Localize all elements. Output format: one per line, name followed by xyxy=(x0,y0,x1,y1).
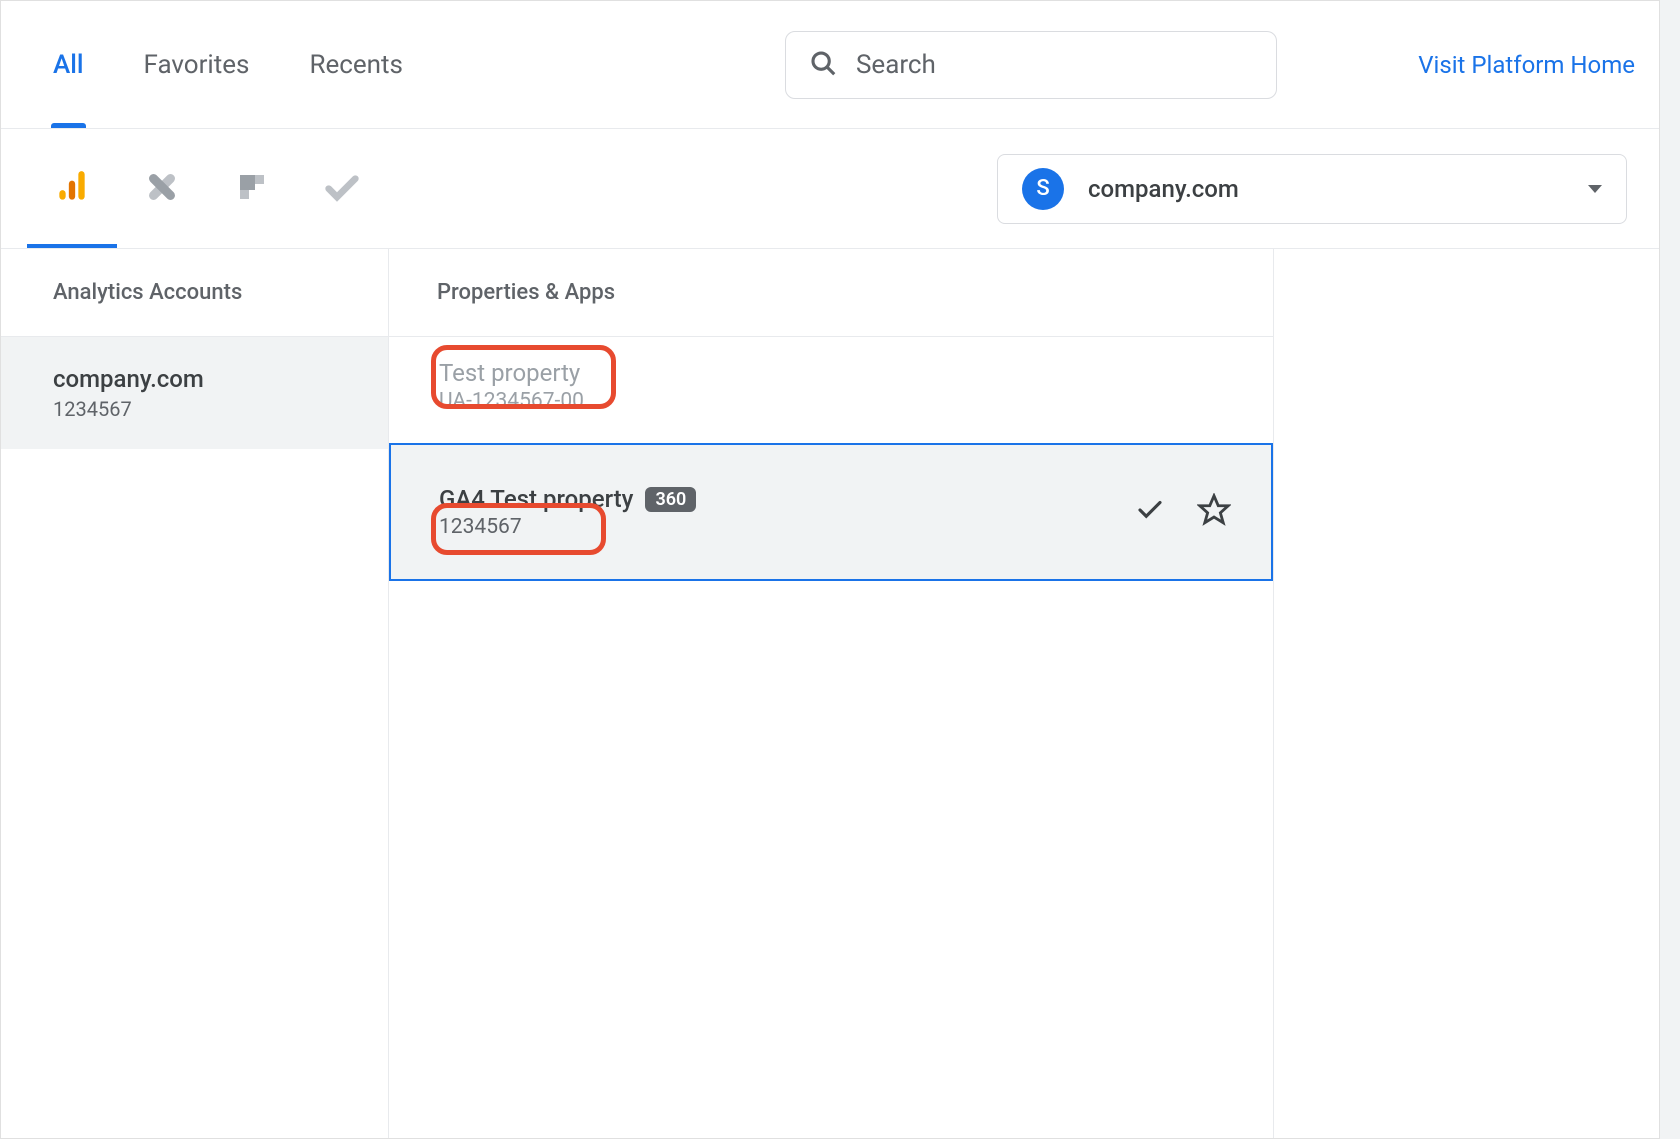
property-item-ga4[interactable]: GA4 Test property 360 1234567 xyxy=(389,443,1273,581)
product-tab-surveys[interactable] xyxy=(297,129,387,248)
visit-platform-home-link[interactable]: Visit Platform Home xyxy=(1418,51,1635,79)
search-box[interactable] xyxy=(785,31,1277,99)
accounts-column: Analytics Accounts company.com 1234567 xyxy=(1,249,389,1138)
organization-dropdown[interactable]: S company.com xyxy=(997,154,1627,224)
account-id: 1234567 xyxy=(53,397,336,421)
product-tabs xyxy=(27,129,387,248)
tab-all[interactable]: All xyxy=(51,1,86,128)
star-icon[interactable] xyxy=(1197,493,1231,531)
header-row: All Favorites Recents Visit Platform Hom… xyxy=(1,1,1659,129)
product-tab-analytics[interactable] xyxy=(27,129,117,248)
search-input[interactable] xyxy=(856,50,1254,80)
search-icon xyxy=(808,48,838,82)
account-item[interactable]: company.com 1234567 xyxy=(1,337,388,449)
analytics-icon xyxy=(53,168,91,210)
main-columns: Analytics Accounts company.com 1234567 P… xyxy=(1,249,1659,1138)
views-column xyxy=(1274,249,1659,1138)
org-name: company.com xyxy=(1088,175,1239,203)
account-name: company.com xyxy=(53,365,336,393)
property-id: UA-1234567-00 xyxy=(439,389,1223,413)
header-tabs: All Favorites Recents xyxy=(51,1,405,128)
property-name: Test property xyxy=(439,359,580,387)
product-row: S company.com xyxy=(1,129,1659,249)
surveys-icon xyxy=(322,167,362,211)
property-item-ua[interactable]: Test property UA-1234567-00 xyxy=(389,337,1273,443)
optimize-icon xyxy=(234,169,270,209)
badge-360: 360 xyxy=(645,487,696,512)
product-tab-tag-manager[interactable] xyxy=(117,129,207,248)
accounts-header: Analytics Accounts xyxy=(1,249,388,337)
properties-header: Properties & Apps xyxy=(389,249,1273,337)
property-id: 1234567 xyxy=(439,515,1223,539)
properties-column: Properties & Apps Test property UA-12345… xyxy=(389,249,1274,1138)
org-avatar: S xyxy=(1022,168,1064,210)
check-icon xyxy=(1135,495,1165,529)
product-tab-optimize[interactable] xyxy=(207,129,297,248)
scrollbar[interactable] xyxy=(1660,0,1680,1139)
tab-favorites[interactable]: Favorites xyxy=(142,1,252,128)
chevron-down-icon xyxy=(1588,185,1602,193)
tab-recents[interactable]: Recents xyxy=(307,1,405,128)
property-name: GA4 Test property xyxy=(439,485,633,513)
tag-manager-icon xyxy=(144,169,180,209)
account-picker-panel: All Favorites Recents Visit Platform Hom… xyxy=(0,0,1660,1139)
